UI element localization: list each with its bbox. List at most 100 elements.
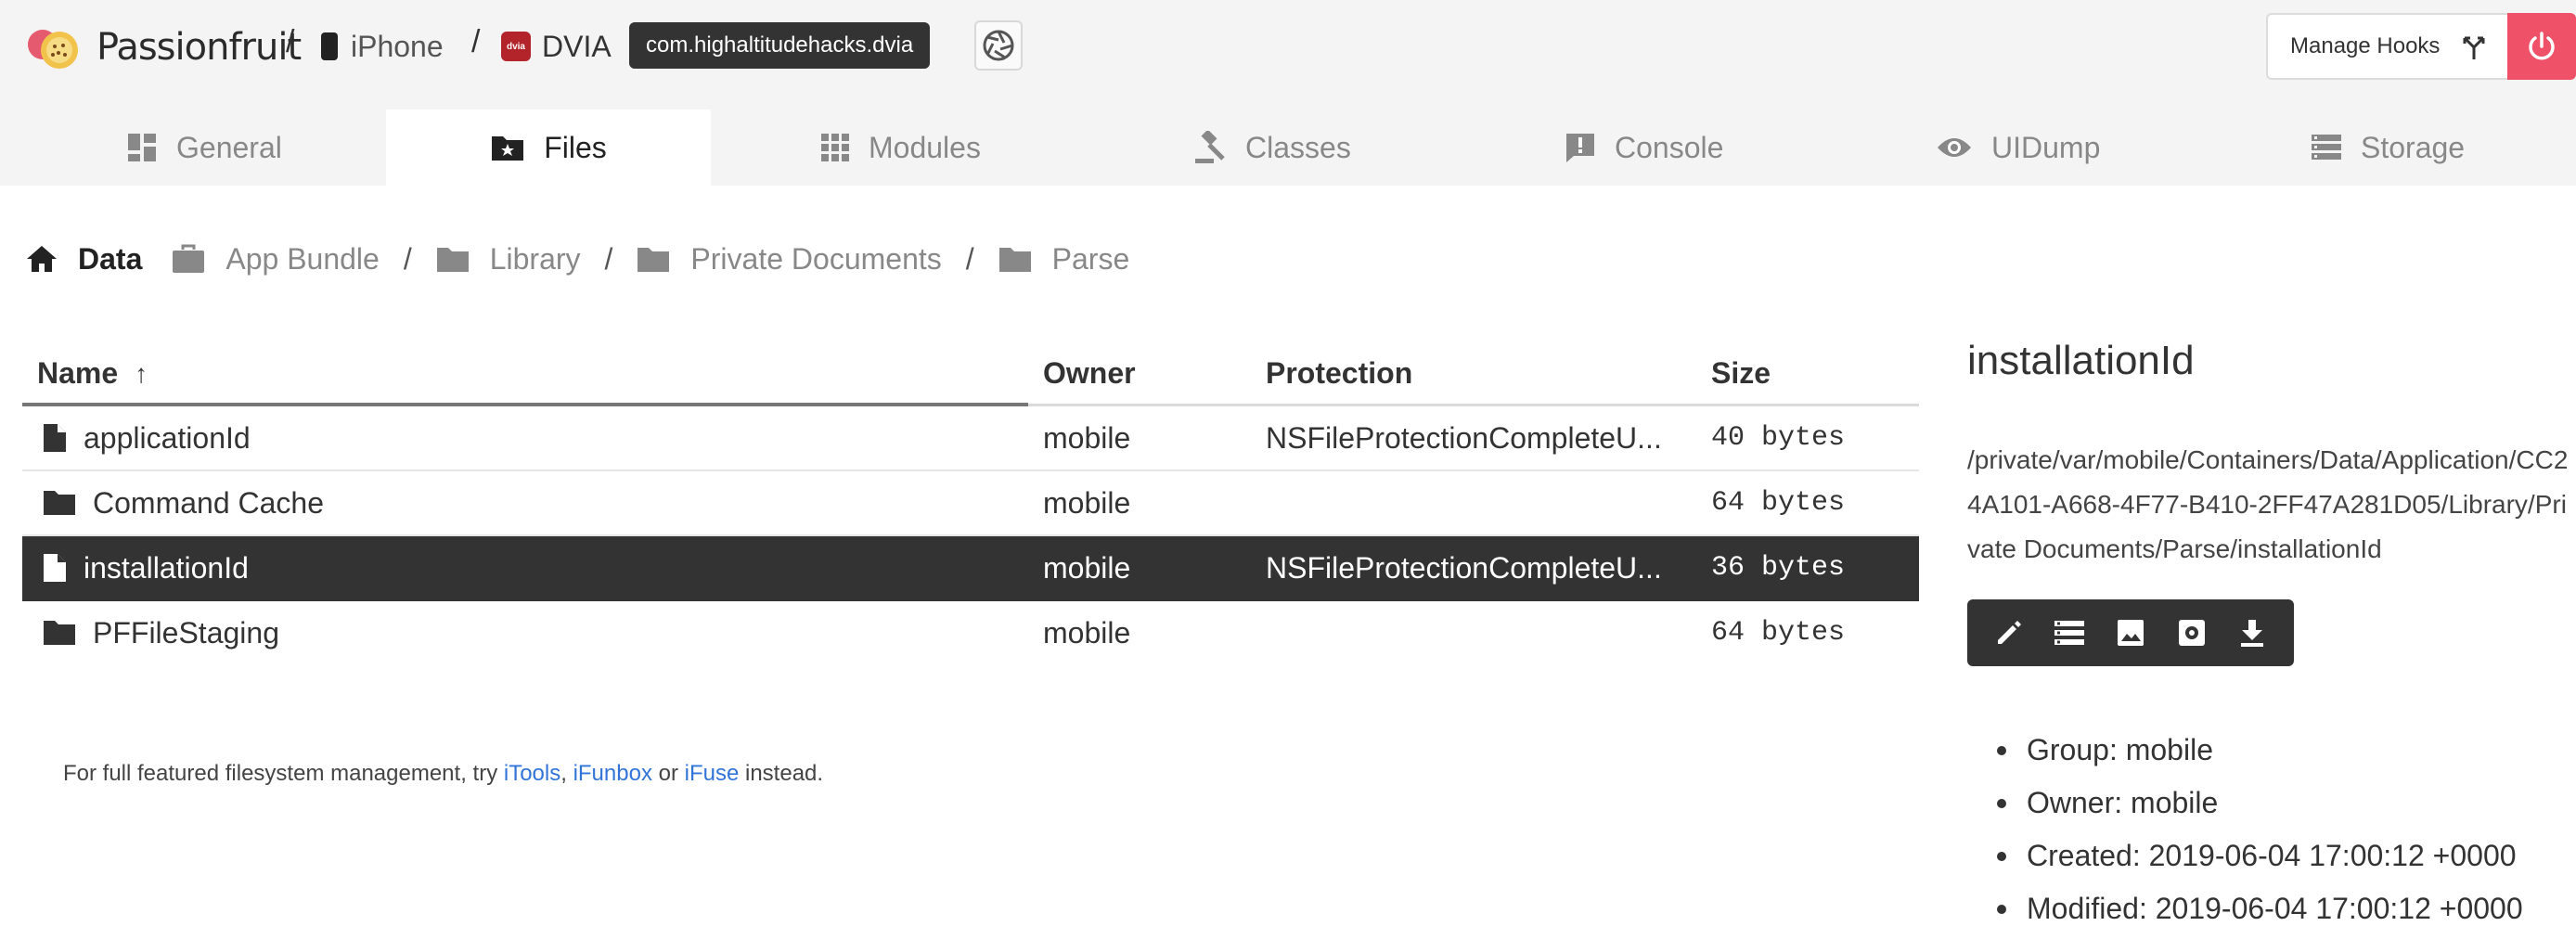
breadcrumb-label: Private Documents [690, 241, 942, 276]
tab-modules[interactable]: Modules [820, 109, 981, 186]
briefcase-icon [173, 244, 205, 273]
tab-general[interactable]: General [126, 109, 282, 186]
detail-title: installationId [1967, 338, 2195, 383]
column-header-label: Name [37, 356, 119, 390]
image-icon [2117, 620, 2144, 646]
settings-icon [2178, 620, 2205, 646]
alert-box-icon [1566, 134, 1594, 162]
detail-path: /private/var/mobile/Containers/Data/Appl… [1967, 445, 2569, 563]
ifuse-link[interactable]: iFuse [685, 761, 740, 786]
file-protection: NSFileProtectionCompleteU... [1266, 550, 1662, 585]
breadcrumb-label: App Bundle [225, 241, 380, 276]
file-icon [44, 554, 66, 582]
app-label: DVIA [542, 29, 612, 63]
breadcrumb-item[interactable]: Private Documents [637, 241, 942, 277]
tab-label: UIDump [1991, 130, 2101, 164]
folder-icon [638, 248, 670, 272]
file-size: 36 bytes [1711, 552, 1846, 584]
filesystem-hint: For full featured filesystem management,… [63, 761, 823, 787]
settings-button[interactable] [2161, 599, 2222, 666]
list-icon [2312, 135, 2341, 160]
header-separator: / [471, 24, 481, 59]
hex-view-button[interactable] [2040, 599, 2101, 666]
table-row[interactable]: Command Cache mobile 64 bytes [22, 471, 1919, 536]
file-owner: mobile [1043, 485, 1131, 520]
sort-ascending-icon: ↑ [135, 358, 148, 388]
table-row-selected[interactable]: installationId mobile NSFileProtectionCo… [22, 536, 1919, 601]
tab-classes[interactable]: Classes [1193, 109, 1351, 186]
breadcrumb-home-label: Data [78, 241, 143, 276]
table-row[interactable]: applicationId mobile NSFileProtectionCom… [22, 406, 1919, 471]
folder-icon [44, 491, 75, 515]
manage-hooks-label: Manage Hooks [2290, 33, 2441, 58]
download-icon [2241, 620, 2264, 647]
file-name: installationId [84, 550, 249, 585]
folder-star-icon [492, 136, 524, 161]
ifunbox-link[interactable]: iFunbox [573, 761, 652, 786]
folder-icon [436, 248, 469, 272]
breadcrumb-label: Library [489, 241, 581, 276]
meta-modified: Modified: 2019-06-04 17:00:12 +0000 [1997, 882, 2523, 935]
edit-icon [1997, 621, 2021, 644]
breadcrumb-home[interactable]: Data [26, 242, 142, 277]
tab-console[interactable]: Console [1565, 109, 1723, 186]
tab-label: Console [1615, 130, 1724, 164]
folder-icon [998, 248, 1031, 272]
file-metadata-list: Group: mobile Owner: mobile Created: 201… [1997, 724, 2523, 935]
column-header-protection[interactable]: Protection [1266, 356, 1412, 391]
hint-text: , [560, 761, 573, 786]
device-crumb[interactable]: iPhone [321, 22, 444, 71]
file-owner: mobile [1043, 550, 1131, 585]
breadcrumb-separator: / [604, 241, 613, 276]
hint-text: instead. [739, 761, 824, 786]
folder-icon [44, 621, 75, 645]
download-button[interactable] [2222, 599, 2283, 666]
camera-shutter-icon [983, 30, 1014, 61]
file-size: 40 bytes [1711, 422, 1846, 454]
top-bar: Passionfruit / iPhone / dvia DVIA com.hi… [0, 0, 2576, 109]
logo-text: Passionfruit [97, 26, 302, 69]
header-separator: / [286, 24, 295, 59]
list-view-icon [2054, 621, 2085, 645]
manage-hooks-button[interactable]: Manage Hooks [2266, 13, 2509, 80]
hint-text: For full featured filesystem management,… [63, 761, 504, 786]
eye-icon [1938, 138, 1971, 157]
file-owner: mobile [1043, 615, 1131, 650]
file-actions-toolbar [1967, 599, 2294, 666]
edit-button[interactable] [1978, 599, 2040, 666]
itools-link[interactable]: iTools [504, 761, 560, 786]
tab-uidump[interactable]: UIDump [1936, 109, 2100, 186]
power-icon [2529, 32, 2555, 60]
table-header: Name ↑ Owner Protection Size [22, 347, 1919, 406]
file-name: Command Cache [93, 485, 324, 520]
breadcrumb-item[interactable]: Parse [998, 242, 1129, 277]
gavel-icon [1195, 131, 1225, 163]
tab-files[interactable]: Files [386, 109, 711, 186]
column-header-size[interactable]: Size [1711, 356, 1771, 391]
tab-label: Classes [1245, 130, 1351, 164]
app-logo[interactable]: Passionfruit [26, 22, 302, 72]
home-icon [27, 246, 57, 272]
phone-icon [321, 32, 338, 60]
breadcrumb-item[interactable]: Library [436, 242, 581, 277]
column-header-owner[interactable]: Owner [1043, 356, 1136, 391]
file-protection: NSFileProtectionCompleteU... [1266, 420, 1662, 455]
tab-label: Storage [2361, 130, 2466, 164]
screenshot-button[interactable] [974, 20, 1023, 71]
column-header-name[interactable]: Name ↑ [37, 356, 148, 391]
file-size: 64 bytes [1711, 487, 1846, 519]
file-table: Name ↑ Owner Protection Size application… [22, 347, 1919, 666]
power-button[interactable] [2507, 13, 2576, 80]
breadcrumb-separator: / [965, 241, 974, 276]
call-split-icon [2463, 36, 2485, 59]
image-view-button[interactable] [2100, 599, 2161, 666]
breadcrumb-item[interactable]: App Bundle [172, 241, 380, 277]
breadcrumb-separator: / [403, 241, 412, 276]
meta-created: Created: 2019-06-04 17:00:12 +0000 [1997, 830, 2523, 882]
app-crumb[interactable]: dvia DVIA [501, 22, 612, 71]
main-tabs: General Files Modules Classes Console UI… [0, 109, 2576, 186]
tab-storage[interactable]: Storage [2311, 109, 2465, 186]
table-row[interactable]: PFFileStaging mobile 64 bytes [22, 601, 1919, 666]
tab-label: Files [544, 130, 607, 164]
tab-label: Modules [869, 130, 981, 164]
